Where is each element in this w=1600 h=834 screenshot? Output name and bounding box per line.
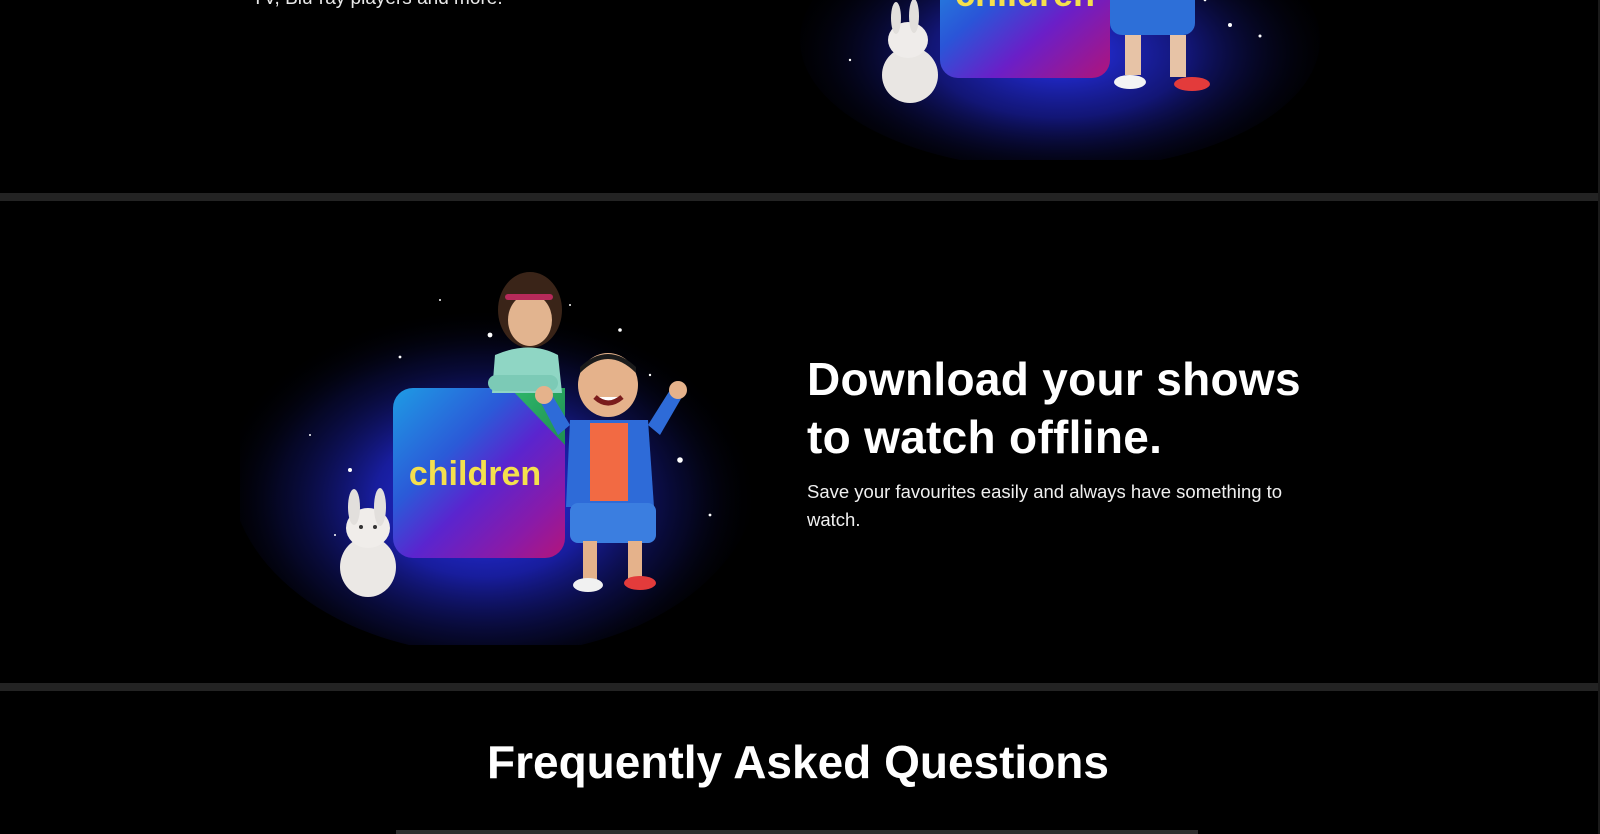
download-heading: Download your shows to watch offline.	[807, 350, 1327, 466]
section-divider	[0, 193, 1600, 201]
section-divider	[0, 683, 1600, 691]
faq-heading: Frequently Asked Questions	[487, 736, 1109, 788]
download-text-block: Download your shows to watch offline. Sa…	[807, 350, 1327, 534]
download-description: Save your favourites easily and always h…	[807, 481, 1283, 530]
kids-profile-illustration-top: children	[800, 0, 1320, 160]
children-label: children	[409, 455, 541, 493]
faq-section: Frequently Asked Questions	[0, 691, 1600, 834]
kids-profile-illustration: children	[240, 272, 760, 645]
page: TV, Blu-ray players and more. children	[0, 0, 1600, 834]
faq-item[interactable]	[396, 830, 1198, 834]
download-heading-line2: to watch offline.	[807, 411, 1163, 463]
download-section: children Download your shows to watch of…	[0, 201, 1600, 683]
download-heading-line1: Download your shows	[807, 353, 1301, 405]
children-label-top: children	[955, 0, 1095, 14]
tv-section: TV, Blu-ray players and more. children	[0, 0, 1600, 193]
tv-section-description: TV, Blu-ray players and more.	[252, 0, 503, 10]
children-tile: children	[393, 388, 565, 558]
